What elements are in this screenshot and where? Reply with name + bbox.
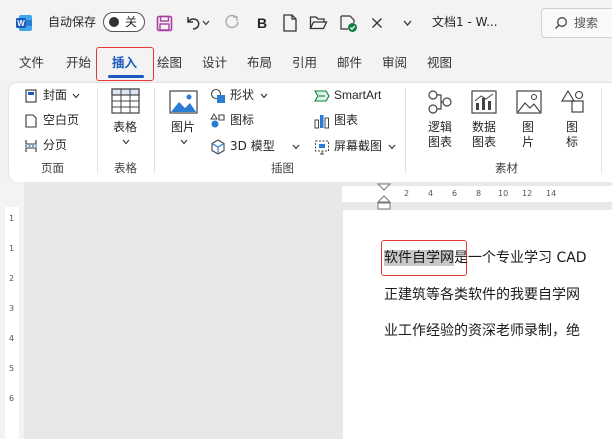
autosave-toggle[interactable]: 关 bbox=[103, 12, 145, 32]
3d-models-label: 3D 模型 bbox=[230, 139, 275, 153]
group-separator bbox=[154, 88, 155, 173]
page-break-icon bbox=[25, 140, 37, 152]
shapes-button[interactable]: 形状 bbox=[210, 87, 272, 104]
blank-page-icon bbox=[25, 114, 37, 128]
document-line-2[interactable]: 正建筑等各类软件的我要自学网 bbox=[384, 286, 580, 304]
tab-draw[interactable]: 绘图 bbox=[157, 55, 182, 71]
cover-page-icon bbox=[25, 89, 37, 103]
table-label: 表格 bbox=[113, 120, 138, 134]
search-placeholder: 搜索 bbox=[574, 16, 599, 30]
close-icon[interactable] bbox=[367, 13, 387, 33]
chevron-down-icon bbox=[388, 144, 396, 150]
tab-active-indicator bbox=[108, 75, 144, 78]
toggle-knob bbox=[109, 17, 119, 27]
chevron-down-icon bbox=[180, 139, 188, 145]
icons-label: 图标 bbox=[230, 113, 255, 127]
shapes-label: 形状 bbox=[230, 88, 255, 102]
pictures-button[interactable]: 图片 bbox=[168, 88, 200, 148]
group-separator bbox=[405, 88, 406, 173]
tab-insert[interactable]: 插入 bbox=[112, 55, 137, 71]
horizontal-ruler-ticks: 2 4 6 8 10 12 14 bbox=[404, 189, 557, 198]
document-line-1[interactable]: 软件自学网是一个专业学习 CAD bbox=[384, 249, 587, 267]
line-1-rest: 是一个专业学习 CAD bbox=[454, 250, 587, 266]
group-label-tables: 表格 bbox=[114, 161, 137, 175]
picture-icon bbox=[169, 90, 198, 114]
chevron-down-icon bbox=[292, 144, 300, 150]
shapes-icon bbox=[210, 88, 225, 103]
chevron-down-icon bbox=[122, 139, 130, 145]
stock-icons-label-line1: 图 bbox=[566, 120, 579, 134]
tab-file[interactable]: 文件 bbox=[19, 55, 44, 71]
vertical-ruler-ticks: 1 1 2 3 4 5 6 bbox=[9, 214, 15, 403]
icons-icon bbox=[210, 113, 225, 128]
new-file-icon[interactable] bbox=[280, 13, 300, 33]
smartart-icon bbox=[314, 90, 330, 102]
tab-references[interactable]: 引用 bbox=[292, 55, 317, 71]
word-icon[interactable]: W bbox=[15, 14, 33, 32]
stock-images-label-line2: 片 bbox=[522, 135, 535, 149]
group-separator bbox=[97, 88, 98, 173]
screenshot-button[interactable]: 屏幕截图 bbox=[314, 138, 398, 155]
group-separator bbox=[601, 88, 602, 173]
open-folder-icon[interactable] bbox=[308, 13, 328, 33]
cover-page-label: 封面 bbox=[43, 88, 68, 102]
selected-text[interactable]: 软件自学网 bbox=[384, 250, 454, 266]
smartart-label: SmartArt bbox=[334, 88, 382, 102]
group-label-illustrations: 插图 bbox=[271, 161, 294, 175]
data-chart-icon bbox=[471, 90, 497, 114]
chevron-down-icon bbox=[72, 93, 80, 99]
shapes-icon bbox=[560, 89, 584, 113]
tab-mailings[interactable]: 邮件 bbox=[337, 55, 362, 71]
icons-button[interactable]: 图标 bbox=[210, 112, 260, 129]
screenshot-label: 屏幕截图 bbox=[334, 139, 383, 153]
data-chart-label-line1: 数据 bbox=[472, 120, 497, 134]
chevron-down-icon bbox=[260, 93, 268, 99]
stock-icons-button[interactable]: 图 标 bbox=[558, 88, 588, 150]
stock-images-button[interactable]: 图 片 bbox=[514, 88, 544, 150]
tab-view[interactable]: 视图 bbox=[427, 55, 452, 71]
data-chart-button[interactable]: 数据 图表 bbox=[469, 88, 499, 150]
search-icon bbox=[554, 16, 568, 30]
svg-text:W: W bbox=[17, 19, 25, 28]
image-icon bbox=[516, 90, 542, 114]
undo-dropdown-icon[interactable] bbox=[200, 13, 212, 33]
tab-layout[interactable]: 布局 bbox=[247, 55, 272, 71]
group-label-materials: 素材 bbox=[495, 161, 518, 175]
data-chart-label-line2: 图表 bbox=[472, 135, 497, 149]
tab-design[interactable]: 设计 bbox=[202, 55, 227, 71]
table-button[interactable]: 表格 bbox=[110, 88, 142, 148]
logic-chart-button[interactable]: 逻辑 图表 bbox=[425, 88, 455, 150]
stock-images-label-line1: 图 bbox=[522, 120, 535, 134]
logic-chart-label-line1: 逻辑 bbox=[428, 120, 453, 134]
redo-icon[interactable] bbox=[222, 13, 242, 33]
chart-label: 图表 bbox=[334, 113, 359, 127]
document-line-3[interactable]: 业工作经验的资深老师录制，绝 bbox=[384, 322, 580, 340]
pictures-label: 图片 bbox=[171, 120, 196, 134]
3d-models-button[interactable]: 3D 模型 bbox=[210, 138, 300, 155]
search-box[interactable]: 搜索 bbox=[541, 8, 612, 38]
chart-button[interactable]: 图表 bbox=[314, 112, 364, 129]
group-label-pages: 页面 bbox=[41, 161, 64, 175]
document-title: 文档1 - W... bbox=[432, 15, 498, 29]
logic-chart-icon bbox=[428, 90, 452, 114]
page-break-label: 分页 bbox=[43, 138, 68, 152]
stock-icons-label-line2: 标 bbox=[566, 135, 579, 149]
logic-chart-label-line2: 图表 bbox=[428, 135, 453, 149]
smartart-button[interactable]: SmartArt bbox=[314, 87, 392, 104]
tab-review[interactable]: 审阅 bbox=[382, 55, 407, 71]
autosave-state: 关 bbox=[125, 15, 138, 29]
dropdown-icon[interactable] bbox=[397, 13, 417, 33]
save-icon[interactable] bbox=[154, 13, 174, 33]
table-icon bbox=[111, 88, 140, 114]
check-file-icon[interactable] bbox=[338, 13, 358, 33]
blank-page-label: 空白页 bbox=[43, 113, 80, 127]
tab-home[interactable]: 开始 bbox=[66, 55, 91, 71]
bold-icon[interactable]: B bbox=[252, 13, 272, 33]
indent-marker[interactable] bbox=[376, 182, 392, 212]
cube-icon bbox=[211, 139, 225, 155]
autosave-label: 自动保存 bbox=[48, 15, 97, 29]
chart-icon bbox=[314, 115, 329, 129]
screenshot-icon bbox=[315, 140, 329, 155]
